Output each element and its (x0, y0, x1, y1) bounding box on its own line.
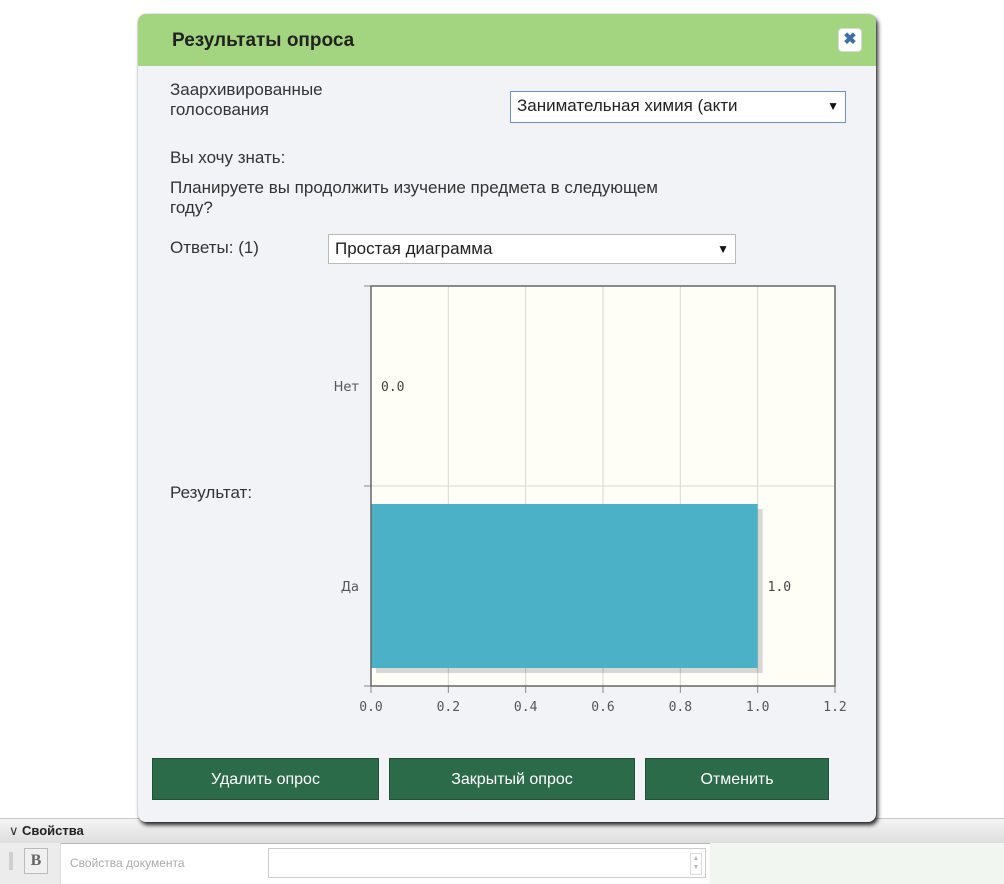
x-tick-label: 0.4 (514, 700, 538, 715)
x-tick-label: 0.6 (591, 700, 614, 715)
archived-polls-label-line1: Заархивированные (170, 80, 323, 99)
x-tick-label: 0.8 (669, 700, 692, 715)
cancel-button[interactable]: Отменить (645, 758, 829, 800)
bold-button[interactable]: B (24, 848, 48, 874)
document-properties-label: Свойства документа (70, 856, 185, 870)
dialog-header[interactable]: Результаты опроса ✖ (138, 14, 876, 66)
want-to-know-label: Вы хочу знать: (170, 148, 286, 167)
dropdown-arrow-icon: ▼ (827, 99, 839, 113)
data-label: 1.0 (768, 580, 791, 595)
chart-type-select-value: Простая диаграмма (335, 239, 493, 258)
delete-poll-button[interactable]: Удалить опрос (152, 758, 379, 800)
document-properties-input[interactable]: ▲ ▼ (268, 848, 706, 878)
x-tick-label: 1.2 (823, 700, 846, 715)
properties-toolbar: B (0, 843, 61, 884)
y-category-label: Нет (334, 380, 360, 395)
closed-poll-button[interactable]: Закрытый опрос (389, 758, 635, 800)
dialog-title: Результаты опроса (172, 30, 355, 51)
answers-label: Ответы: (1) (170, 238, 259, 257)
bar (371, 504, 758, 668)
properties-side-area (710, 843, 1004, 884)
data-label: 0.0 (381, 380, 404, 395)
properties-panel-title: Свойства (22, 823, 84, 838)
properties-row: B Свойства документа ▲ ▼ (0, 843, 1004, 884)
close-icon[interactable]: ✖ (838, 28, 862, 52)
toolbar-grip (9, 852, 13, 870)
x-tick-label: 1.0 (746, 700, 769, 715)
archived-polls-select[interactable]: Занимательная химия (акти ▼ (510, 91, 846, 123)
archived-polls-label: Заархивированные голосования (170, 80, 323, 120)
poll-results-dialog: Результаты опроса ✖ Заархивированные гол… (138, 14, 876, 822)
archived-polls-select-value: Занимательная химия (акти (517, 96, 738, 115)
chevron-down-icon[interactable]: ∨ (9, 823, 19, 839)
question-line1: Планируете вы продолжить изучение предме… (170, 178, 658, 197)
x-tick-label: 0.0 (359, 700, 382, 715)
result-label: Результат: (170, 483, 253, 502)
chart-type-select[interactable]: Простая диаграмма ▼ (328, 234, 736, 264)
archived-polls-label-line2: голосования (170, 100, 270, 119)
results-bar-chart: 0.0 0.2 0.4 0.6 0.8 1.0 1.2 Нет 0.0 Да 1.0 (334, 285, 847, 715)
y-category-label: Да (341, 580, 359, 595)
question-line2: году? (170, 198, 213, 217)
spinner-icon[interactable]: ▲ ▼ (690, 853, 702, 875)
x-tick-label: 0.2 (437, 700, 460, 715)
dropdown-arrow-icon: ▼ (717, 242, 729, 256)
question-text: Планируете вы продолжить изучение предме… (170, 178, 658, 218)
